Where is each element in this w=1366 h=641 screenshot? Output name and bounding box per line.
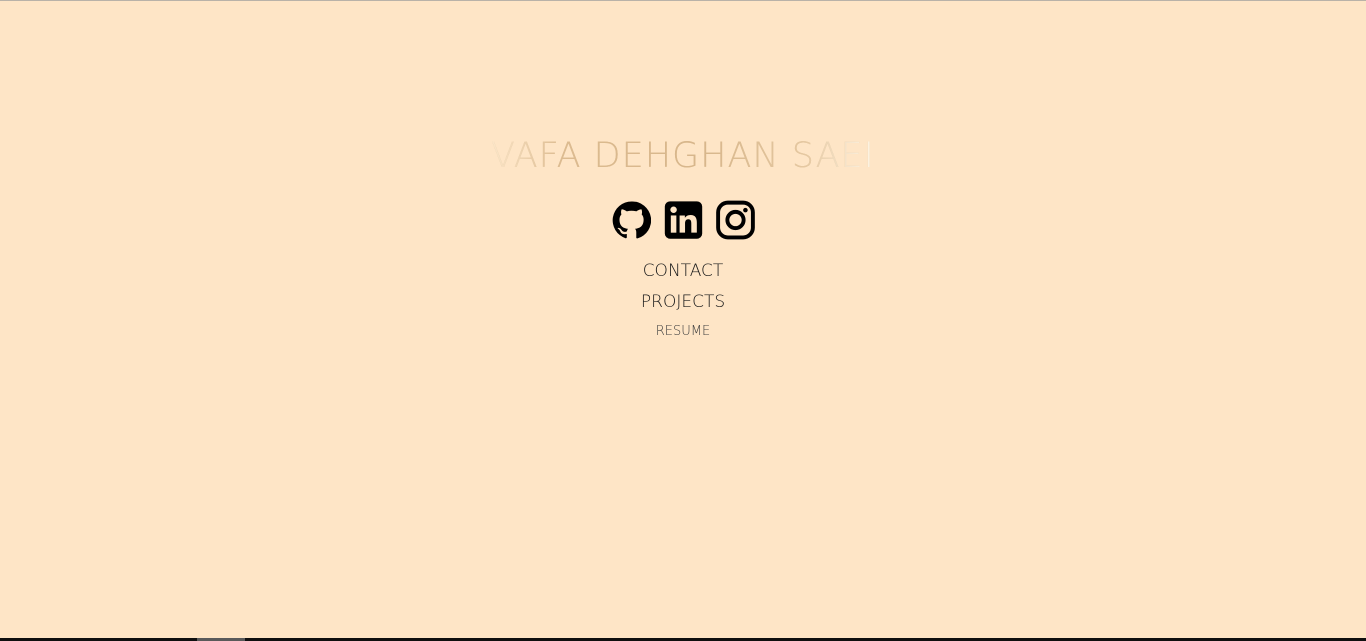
nav-links: CONTACT PROJECTS RESUME xyxy=(0,257,1366,345)
contact-link[interactable]: CONTACT xyxy=(0,257,1366,285)
instagram-icon xyxy=(715,200,755,240)
site-title: VAFA DEHGHAN SAEI xyxy=(0,135,1366,177)
github-link[interactable] xyxy=(612,200,651,240)
linkedin-icon xyxy=(664,201,702,239)
resume-link[interactable]: RESUME xyxy=(0,319,1366,345)
site-title-text: VAFA DEHGHAN SAEI xyxy=(491,136,875,176)
github-icon xyxy=(612,201,651,239)
linkedin-link[interactable] xyxy=(664,200,703,240)
instagram-link[interactable] xyxy=(715,200,755,240)
social-links xyxy=(0,200,1366,240)
projects-link[interactable]: PROJECTS xyxy=(0,285,1366,319)
